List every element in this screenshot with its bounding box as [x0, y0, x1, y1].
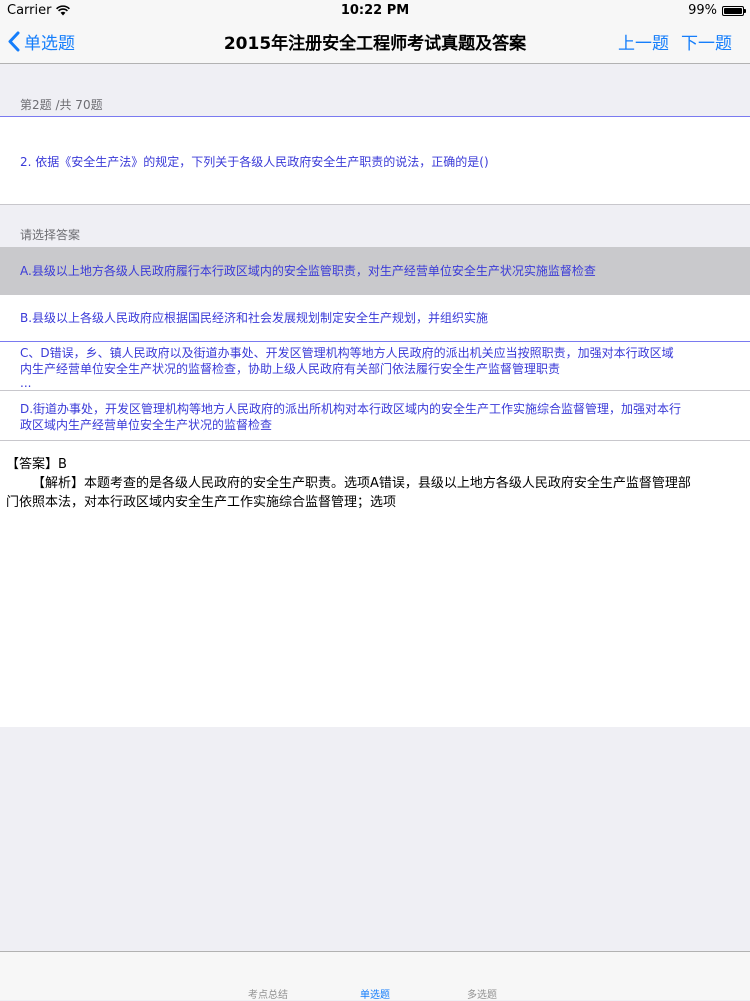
correct-answer: 【答案】B [6, 457, 67, 472]
option-d-text-line1: D.街道办事处，开发区管理机构等地方人民政府的派出所机构对本行政区域内的安全生产… [20, 402, 682, 416]
question-counter: 第2题 /共 70题 [20, 98, 103, 112]
navigation-bar: 单选题 2015年注册安全工程师考试真题及答案 上一题 下一题 [0, 20, 750, 64]
option-c[interactable]: C、D错误，乡、镇人民政府以及街道办事处、开发区管理机构等地方人民政府的派出机关… [0, 343, 750, 391]
tab-bar: 考点总结 单选题 多选题 [0, 951, 750, 1001]
tab-single-choice[interactable]: 单选题 [335, 986, 415, 1001]
tab-key-points[interactable]: 考点总结 [228, 986, 308, 1001]
question-navigation: 上一题 下一题 [618, 20, 732, 63]
battery-icon [722, 5, 746, 16]
option-a[interactable]: A.县级以上地方各级人民政府履行本行政区域内的安全监管职责，对生产经营单位安全生… [0, 247, 750, 295]
back-button-label: 单选题 [24, 34, 75, 54]
battery-info: 99% [688, 3, 746, 18]
battery-fill [724, 7, 742, 14]
option-c-text-line1: C、D错误，乡、镇人民政府以及街道办事处、开发区管理机构等地方人民政府的派出机关… [20, 346, 674, 360]
back-button[interactable]: 单选题 [8, 20, 75, 63]
clock: 10:22 PM [340, 3, 410, 18]
next-question-button[interactable]: 下一题 [681, 29, 732, 54]
tab-multiple-choice[interactable]: 多选题 [442, 986, 522, 1001]
question-card: 2. 依据《安全生产法》的规定，下列关于各级人民政府安全生产职责的说法，正确的是… [0, 116, 750, 205]
status-bar: Carrier 10:22 PM 99% [0, 0, 750, 20]
answer-options: A.县级以上地方各级人民政府履行本行政区域内的安全监管职责，对生产经营单位安全生… [0, 247, 750, 441]
option-b-text: B.县级以上各级人民政府应根据国民经济和社会发展规划制定安全生产规划，并组织实施 [20, 311, 489, 325]
explanation-panel: 【答案】B 【解析】本题考查的是各级人民政府的安全生产职责。选项A错误，县级以上… [0, 441, 750, 727]
previous-question-button[interactable]: 上一题 [618, 29, 669, 54]
question-text: 2. 依据《安全生产法》的规定，下列关于各级人民政府安全生产职责的说法，正确的是… [20, 155, 489, 169]
battery-percent: 99% [688, 3, 717, 18]
analysis-text-line1: 【解析】本题考查的是各级人民政府的安全生产职责。选项A错误，县级以上地方各级人民… [32, 476, 691, 491]
analysis-text-line2: 门依照本法，对本行政区域内安全生产工作实施综合监督管理；选项 [6, 495, 397, 510]
option-d-text: D.街道办事处，开发区管理机构等地方人民政府的派出所机构对本行政区域内的安全生产… [20, 401, 681, 433]
answers-header: 请选择答案 [20, 228, 81, 242]
chevron-left-icon [8, 31, 20, 52]
option-b[interactable]: B.县级以上各级人民政府应根据国民经济和社会发展规划制定安全生产规划，并组织实施 [0, 295, 750, 342]
option-c-text-line2: 内生产经营单位安全生产状况的监督检查，协助上级人民政府有关部门依法履行安全生产监… [20, 362, 561, 376]
option-c-truncation: ... [20, 376, 32, 390]
option-d-text-line2: 政区域内生产经营单位安全生产状况的监督检查 [20, 418, 273, 432]
option-a-text: A.县级以上地方各级人民政府履行本行政区域内的安全监管职责，对生产经营单位安全生… [20, 264, 596, 278]
option-d[interactable]: D.街道办事处，开发区管理机构等地方人民政府的派出所机构对本行政区域内的安全生产… [0, 394, 750, 440]
page-title: 2015年注册安全工程师考试真题及答案 [223, 34, 527, 54]
